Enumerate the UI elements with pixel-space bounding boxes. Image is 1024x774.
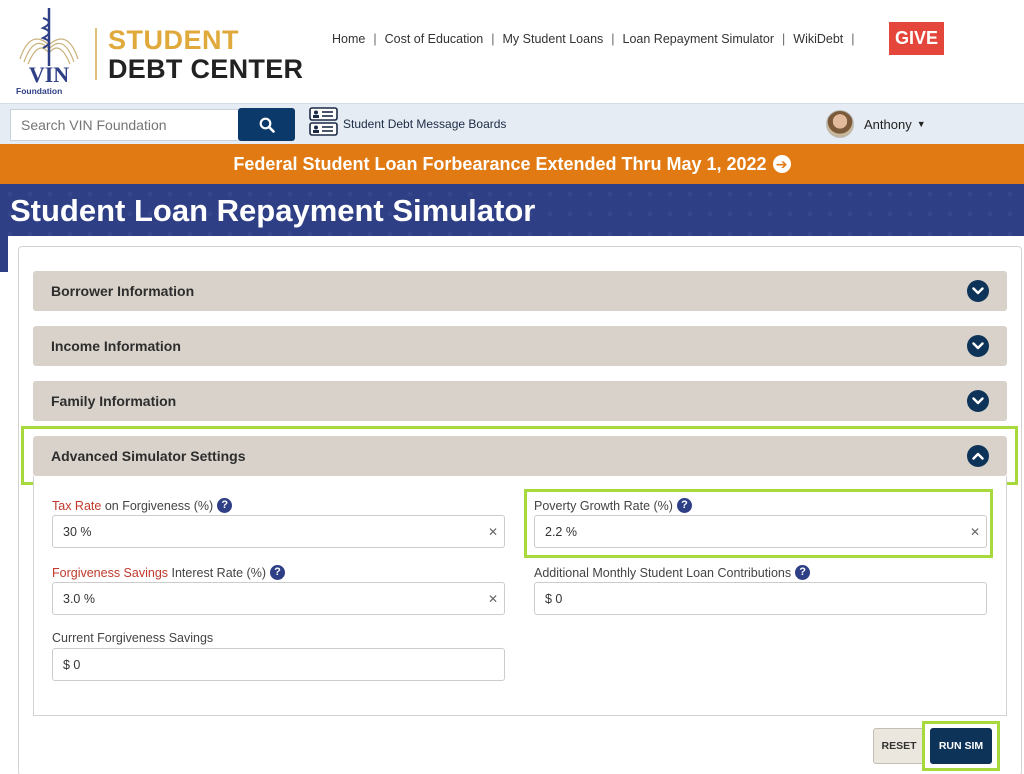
message-boards-icon[interactable]: [309, 107, 338, 137]
nav-separator: |: [782, 32, 786, 46]
nav-loan-repayment-simulator[interactable]: Loan Repayment Simulator: [623, 32, 774, 46]
nav-my-student-loans[interactable]: My Student Loans: [503, 32, 604, 46]
accordion-income-information[interactable]: Income Information: [33, 326, 1007, 366]
vin-foundation-logo[interactable]: VIN Foundation: [10, 4, 88, 96]
nav-wikidebt[interactable]: WikiDebt: [793, 32, 843, 46]
search-button[interactable]: [238, 108, 295, 141]
current-savings-label-text: Current Forgiveness Savings: [52, 631, 214, 645]
search-input[interactable]: [10, 109, 238, 141]
chevron-down-icon[interactable]: [967, 390, 989, 412]
accordion-label: Income Information: [51, 338, 181, 354]
monthly-contributions-label: Additional Monthly Student Loan Contribu…: [534, 565, 811, 580]
tax-rate-label-emphasis: Tax Rate: [52, 498, 102, 513]
caret-down-icon: ▼: [916, 119, 926, 129]
savings-rate-field[interactable]: 3.0 % ✕: [52, 582, 505, 615]
highlight-poverty-growth: [524, 489, 993, 558]
title-band-edge: [0, 236, 8, 272]
page-title: Student Loan Repayment Simulator: [10, 193, 536, 228]
brand-title-line2[interactable]: DEBT CENTER: [108, 55, 303, 83]
logo-text: VIN: [29, 62, 69, 87]
chevron-down-icon[interactable]: [967, 280, 989, 302]
brand-title-line1[interactable]: STUDENT: [108, 26, 239, 54]
nav-home[interactable]: Home: [332, 32, 365, 46]
monthly-contributions-value: $ 0: [545, 592, 563, 606]
current-savings-value: $ 0: [63, 658, 81, 672]
logo-divider: [95, 28, 97, 80]
nav-separator: |: [851, 32, 855, 46]
logo-subtext: Foundation: [16, 86, 62, 96]
tax-rate-field[interactable]: 30 % ✕: [52, 515, 505, 548]
tax-rate-value: 30 %: [63, 525, 92, 539]
search-icon: [259, 117, 275, 133]
monthly-contributions-label-text: Additional Monthly Student Loan Contribu…: [534, 565, 792, 580]
arrow-right-circle-icon: ➔: [772, 155, 791, 173]
help-icon[interactable]: ?: [795, 565, 811, 580]
help-icon[interactable]: ?: [217, 498, 233, 513]
accordion-label: Borrower Information: [51, 283, 195, 299]
nav-cost-of-education[interactable]: Cost of Education: [385, 32, 484, 46]
current-savings-field[interactable]: $ 0: [52, 648, 505, 681]
page-title-band: Student Loan Repayment Simulator: [0, 184, 1024, 236]
give-button[interactable]: GIVE: [889, 22, 944, 55]
savings-rate-label: Forgiveness Savings Interest Rate (%) ?: [52, 565, 285, 580]
accordion-family-information[interactable]: Family Information: [33, 381, 1007, 421]
chevron-down-icon[interactable]: [967, 335, 989, 357]
clear-icon[interactable]: ✕: [488, 525, 498, 539]
nav-separator: |: [373, 32, 377, 46]
message-boards-link[interactable]: Student Debt Message Boards: [343, 117, 506, 131]
site-header: VIN Foundation STUDENT DEBT CENTER Home …: [0, 0, 1024, 103]
savings-rate-label-text: Interest Rate (%): [168, 565, 266, 580]
accordion-label: Family Information: [51, 393, 177, 409]
user-menu[interactable]: Anthony ▼: [826, 110, 926, 138]
accordion-borrower-information[interactable]: Borrower Information: [33, 271, 1007, 311]
monthly-contributions-field[interactable]: $ 0: [534, 582, 987, 615]
nav-separator: |: [611, 32, 615, 46]
tax-rate-label: Tax Rate on Forgiveness (%) ?: [52, 498, 233, 513]
announcement-banner[interactable]: Federal Student Loan Forbearance Extende…: [0, 144, 1024, 184]
savings-rate-value: 3.0 %: [63, 592, 95, 606]
help-icon[interactable]: ?: [269, 565, 285, 580]
avatar: [826, 110, 854, 138]
tax-rate-label-text: on Forgiveness (%): [101, 498, 214, 513]
current-savings-label: Current Forgiveness Savings: [52, 631, 213, 645]
highlight-run-sim: [922, 721, 1000, 771]
reset-button[interactable]: RESET: [873, 728, 925, 764]
savings-rate-label-emphasis: Forgiveness Savings: [52, 565, 169, 580]
clear-icon[interactable]: ✕: [488, 592, 498, 606]
user-name: Anthony: [864, 116, 912, 132]
top-nav: Home | Cost of Education | My Student Lo…: [332, 32, 863, 46]
nav-separator: |: [491, 32, 495, 46]
banner-text: Federal Student Loan Forbearance Extende…: [233, 153, 767, 174]
